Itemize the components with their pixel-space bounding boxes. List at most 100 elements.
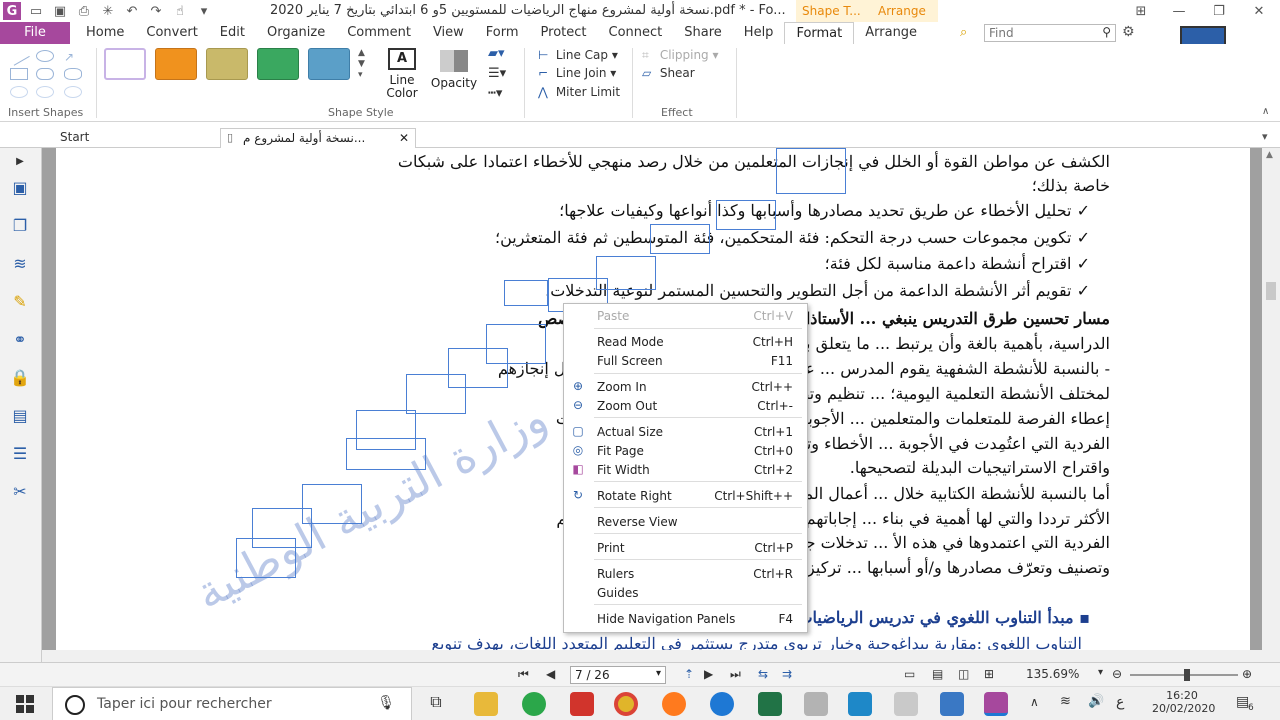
save-icon[interactable]: ▣ (51, 2, 69, 20)
tab-home[interactable]: Home (70, 22, 135, 44)
attachments-panel-icon[interactable]: ⚭ (8, 328, 32, 350)
scroll-up-icon[interactable]: ▲ (1266, 150, 1273, 160)
task-view-icon[interactable]: ⧉ (424, 692, 448, 716)
menu-item-rotate-right[interactable]: ↻ Rotate Right Ctrl+Shift++ (564, 486, 807, 506)
tab-share[interactable]: Share (673, 22, 733, 44)
tell-me-icon[interactable]: ⌕ (960, 25, 967, 40)
zoom-slider[interactable] (1130, 669, 1238, 681)
wifi-icon[interactable]: ≋ (1060, 694, 1071, 709)
menu-item-rulers[interactable]: Rulers Ctrl+R (564, 564, 807, 584)
style-swatch-green[interactable] (257, 48, 299, 80)
app-grey-icon[interactable] (804, 692, 828, 716)
menu-item-hide-navigation-panels[interactable]: Hide Navigation Panels F4 (564, 609, 807, 629)
menu-item-full-screen[interactable]: Full Screen F11 (564, 351, 807, 371)
pencil-shape-icon[interactable] (36, 86, 54, 98)
content-panel-icon[interactable]: ☰ (8, 442, 32, 464)
doc-tab[interactable]: ▯ نسخة أولية لمشروع م... ✕ (220, 128, 416, 148)
menu-item-reverse-view[interactable]: Reverse View (564, 512, 807, 532)
clipping-button[interactable]: ⌗ Clipping ▾ (642, 48, 719, 63)
page-number-input[interactable]: 7 / 26 ▾ (570, 666, 666, 684)
menu-item-guides[interactable]: Guides (564, 583, 807, 603)
line-width-icon[interactable]: ☰▾ (488, 66, 506, 81)
swatch-scroll-icon[interactable]: ▲ ▼ ▾ (358, 48, 365, 81)
layers-panel-icon[interactable]: ≋ (8, 252, 32, 274)
language-indicator[interactable]: ع (1116, 694, 1124, 710)
grid-icon[interactable]: ⊞ (1126, 0, 1156, 22)
app-green-icon[interactable] (522, 692, 546, 716)
settings-icon[interactable]: ⚙ (1122, 24, 1135, 40)
tab-edit[interactable]: Edit (209, 22, 256, 44)
zoom-slider-handle[interactable] (1184, 669, 1190, 681)
tab-comment[interactable]: Comment (336, 22, 422, 44)
tab-file[interactable]: File (0, 22, 70, 44)
tab-connect[interactable]: Connect (598, 22, 674, 44)
close-tab-icon[interactable]: ✕ (399, 131, 409, 145)
tools-panel-icon[interactable]: ✂ (8, 480, 32, 502)
tab-format[interactable]: Format (784, 22, 855, 44)
continuous-icon[interactable]: ▤ (932, 667, 943, 681)
find-input[interactable]: Find ⚲ (984, 24, 1116, 42)
tab-arrange[interactable]: Arrange (854, 22, 928, 44)
line-style-icon[interactable]: ┅▾ (488, 86, 502, 101)
tab-view[interactable]: View (422, 22, 475, 44)
style-swatch-blue[interactable] (308, 48, 350, 80)
show-hidden-icons[interactable]: ∧ (1030, 695, 1039, 709)
selection-box[interactable] (504, 280, 548, 306)
selection-box[interactable] (236, 538, 296, 578)
hand-tool-icon[interactable]: ☝ (171, 2, 189, 20)
selection-box[interactable] (406, 374, 466, 414)
ellipse-shape-icon[interactable] (36, 50, 54, 62)
vertical-scrollbar[interactable]: ▲ (1262, 148, 1280, 662)
tab-help[interactable]: Help (733, 22, 785, 44)
first-page-icon[interactable]: ⏮ (518, 667, 529, 682)
signatures-panel-icon[interactable]: ▤ (8, 404, 32, 426)
volume-icon[interactable]: 🔊 (1088, 694, 1104, 709)
menu-item-read-mode[interactable]: Read Mode Ctrl+H (564, 332, 807, 352)
line-shape-icon[interactable] (8, 46, 30, 66)
scroll-thumb[interactable] (1266, 282, 1276, 300)
menu-item-fit-width[interactable]: ◧ Fit Width Ctrl+2 (564, 460, 807, 480)
polyline-shape-icon[interactable] (10, 86, 28, 98)
rectangle-shape-icon[interactable] (10, 68, 28, 80)
opacity-button[interactable]: Opacity (428, 48, 480, 104)
style-swatch-olive[interactable] (206, 48, 248, 80)
line-color-button[interactable]: A Line Color (380, 48, 424, 104)
selection-box[interactable] (346, 438, 426, 470)
new-icon[interactable]: ✳ (99, 2, 117, 20)
close-button[interactable]: ✕ (1244, 0, 1274, 22)
last-page-icon[interactable]: ⏭ (730, 667, 741, 682)
firefox-icon[interactable] (662, 692, 686, 716)
app-blue-icon[interactable] (848, 692, 872, 716)
previous-view-icon[interactable]: ⇆ (758, 667, 768, 681)
undo-icon[interactable]: ↶ (123, 2, 141, 20)
next-page-icon[interactable]: ▶ (704, 667, 713, 681)
windows-start-icon[interactable] (16, 695, 34, 713)
selection-box[interactable] (650, 224, 710, 254)
zoom-out-button[interactable]: ⊖ (1112, 667, 1122, 681)
tabs-menu-icon[interactable]: ▾ (1262, 130, 1268, 143)
tab-form[interactable]: Form (475, 22, 530, 44)
menu-item-paste[interactable]: Paste Ctrl+V (564, 306, 807, 326)
bookmark-panel-icon[interactable]: ▣ (8, 176, 32, 198)
file-explorer-icon[interactable] (474, 692, 498, 716)
selection-box[interactable] (716, 200, 776, 230)
taskbar-search[interactable]: Taper ici pour rechercher 🎙 (52, 687, 412, 720)
tab-start[interactable]: Start (60, 130, 89, 144)
excel-icon[interactable] (758, 692, 782, 716)
miter-limit-button[interactable]: ⋀ Miter Limit (538, 85, 620, 99)
redo-icon[interactable]: ↷ (147, 2, 165, 20)
app-window-icon[interactable] (940, 692, 964, 716)
line-join-button[interactable]: ⌐ Line Join ▾ (538, 66, 616, 80)
shear-button[interactable]: ▱ Shear (642, 66, 695, 80)
menu-item-actual-size[interactable]: ▢ Actual Size Ctrl+1 (564, 422, 807, 442)
pages-panel-icon[interactable]: ❐ (8, 214, 32, 236)
expand-panel-icon[interactable]: ▶ (8, 150, 32, 172)
foxit-pdf-icon[interactable] (984, 692, 1008, 716)
continuous-facing-icon[interactable]: ⊞ (984, 667, 994, 681)
restore-button[interactable]: ❐ (1204, 0, 1234, 22)
style-swatch-orange[interactable] (155, 48, 197, 80)
tab-convert[interactable]: Convert (135, 22, 208, 44)
selection-box[interactable] (776, 148, 846, 194)
zoom-level[interactable]: 135.69% (1026, 667, 1079, 681)
security-panel-icon[interactable]: 🔒 (8, 366, 32, 388)
